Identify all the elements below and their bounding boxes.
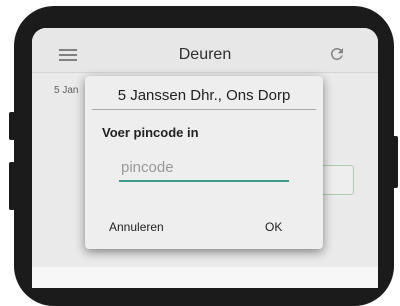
phone-side-button — [9, 162, 15, 210]
ok-button[interactable]: OK — [261, 218, 286, 236]
dialog-prompt: Voer pincode in — [102, 125, 199, 140]
pincode-dialog: 5 Janssen Dhr., Ons Dorp Voer pincode in… — [85, 76, 323, 249]
dialog-title: 5 Janssen Dhr., Ons Dorp — [117, 87, 291, 104]
cancel-button[interactable]: Annuleren — [105, 218, 168, 236]
pincode-input[interactable] — [119, 154, 289, 182]
dialog-divider — [92, 109, 316, 110]
phone-side-button — [392, 136, 398, 188]
phone-side-button — [9, 112, 15, 140]
